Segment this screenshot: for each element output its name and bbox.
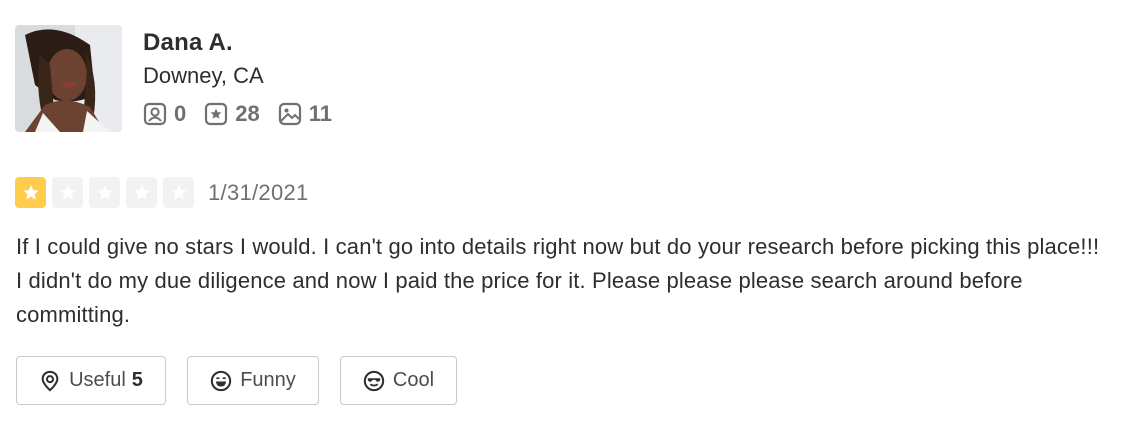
friends-icon bbox=[143, 102, 167, 126]
star-icon bbox=[133, 184, 150, 200]
star-empty bbox=[163, 177, 194, 208]
avatar-photo bbox=[15, 25, 122, 132]
friends-stat: 0 bbox=[143, 101, 186, 127]
user-location: Downey, CA bbox=[143, 63, 264, 88]
photos-stat: 11 bbox=[278, 101, 332, 127]
star-icon bbox=[22, 184, 39, 200]
cool-button[interactable]: Cool bbox=[340, 356, 457, 405]
photo-icon bbox=[278, 102, 301, 126]
useful-button[interactable]: Useful 5 bbox=[16, 356, 166, 405]
useful-lightbulb-icon bbox=[41, 370, 59, 392]
review-star-icon bbox=[205, 102, 228, 126]
review-card: Dana A. Downey, CA 0 28 11 1/31/2021 If … bbox=[0, 0, 1127, 421]
star-filled bbox=[15, 177, 46, 208]
star-icon bbox=[170, 184, 187, 200]
cool-label: Cool bbox=[392, 369, 435, 391]
user-stats: 0 28 11 bbox=[143, 101, 350, 127]
star-empty bbox=[126, 177, 157, 208]
cool-sunglasses-icon bbox=[363, 370, 385, 391]
star-empty bbox=[89, 177, 120, 208]
star-rating bbox=[15, 177, 200, 208]
review-text: If I could give no stars I would. I can'… bbox=[16, 234, 1100, 327]
reviews-count: 28 bbox=[235, 101, 260, 126]
funny-face-icon bbox=[211, 370, 232, 391]
star-empty bbox=[52, 177, 83, 208]
useful-label: Useful bbox=[69, 369, 126, 391]
friends-count: 0 bbox=[174, 101, 187, 126]
funny-button[interactable]: Funny bbox=[187, 356, 319, 405]
star-icon bbox=[59, 184, 76, 200]
user-name[interactable]: Dana A. bbox=[143, 28, 350, 58]
review-date: 1/31/2021 bbox=[208, 179, 309, 205]
user-info: Dana A. Downey, CA 0 28 11 bbox=[143, 25, 350, 132]
reaction-buttons: Useful 5 Funny Cool bbox=[16, 356, 478, 405]
avatar[interactable] bbox=[15, 25, 122, 132]
rating-row: 1/31/2021 bbox=[15, 177, 309, 208]
star-icon bbox=[96, 184, 113, 200]
funny-label: Funny bbox=[240, 369, 296, 391]
useful-count: 5 bbox=[131, 369, 143, 391]
user-passport: Dana A. Downey, CA 0 28 11 bbox=[15, 25, 350, 132]
photos-count: 11 bbox=[308, 101, 332, 126]
reviews-stat: 28 bbox=[204, 101, 260, 127]
